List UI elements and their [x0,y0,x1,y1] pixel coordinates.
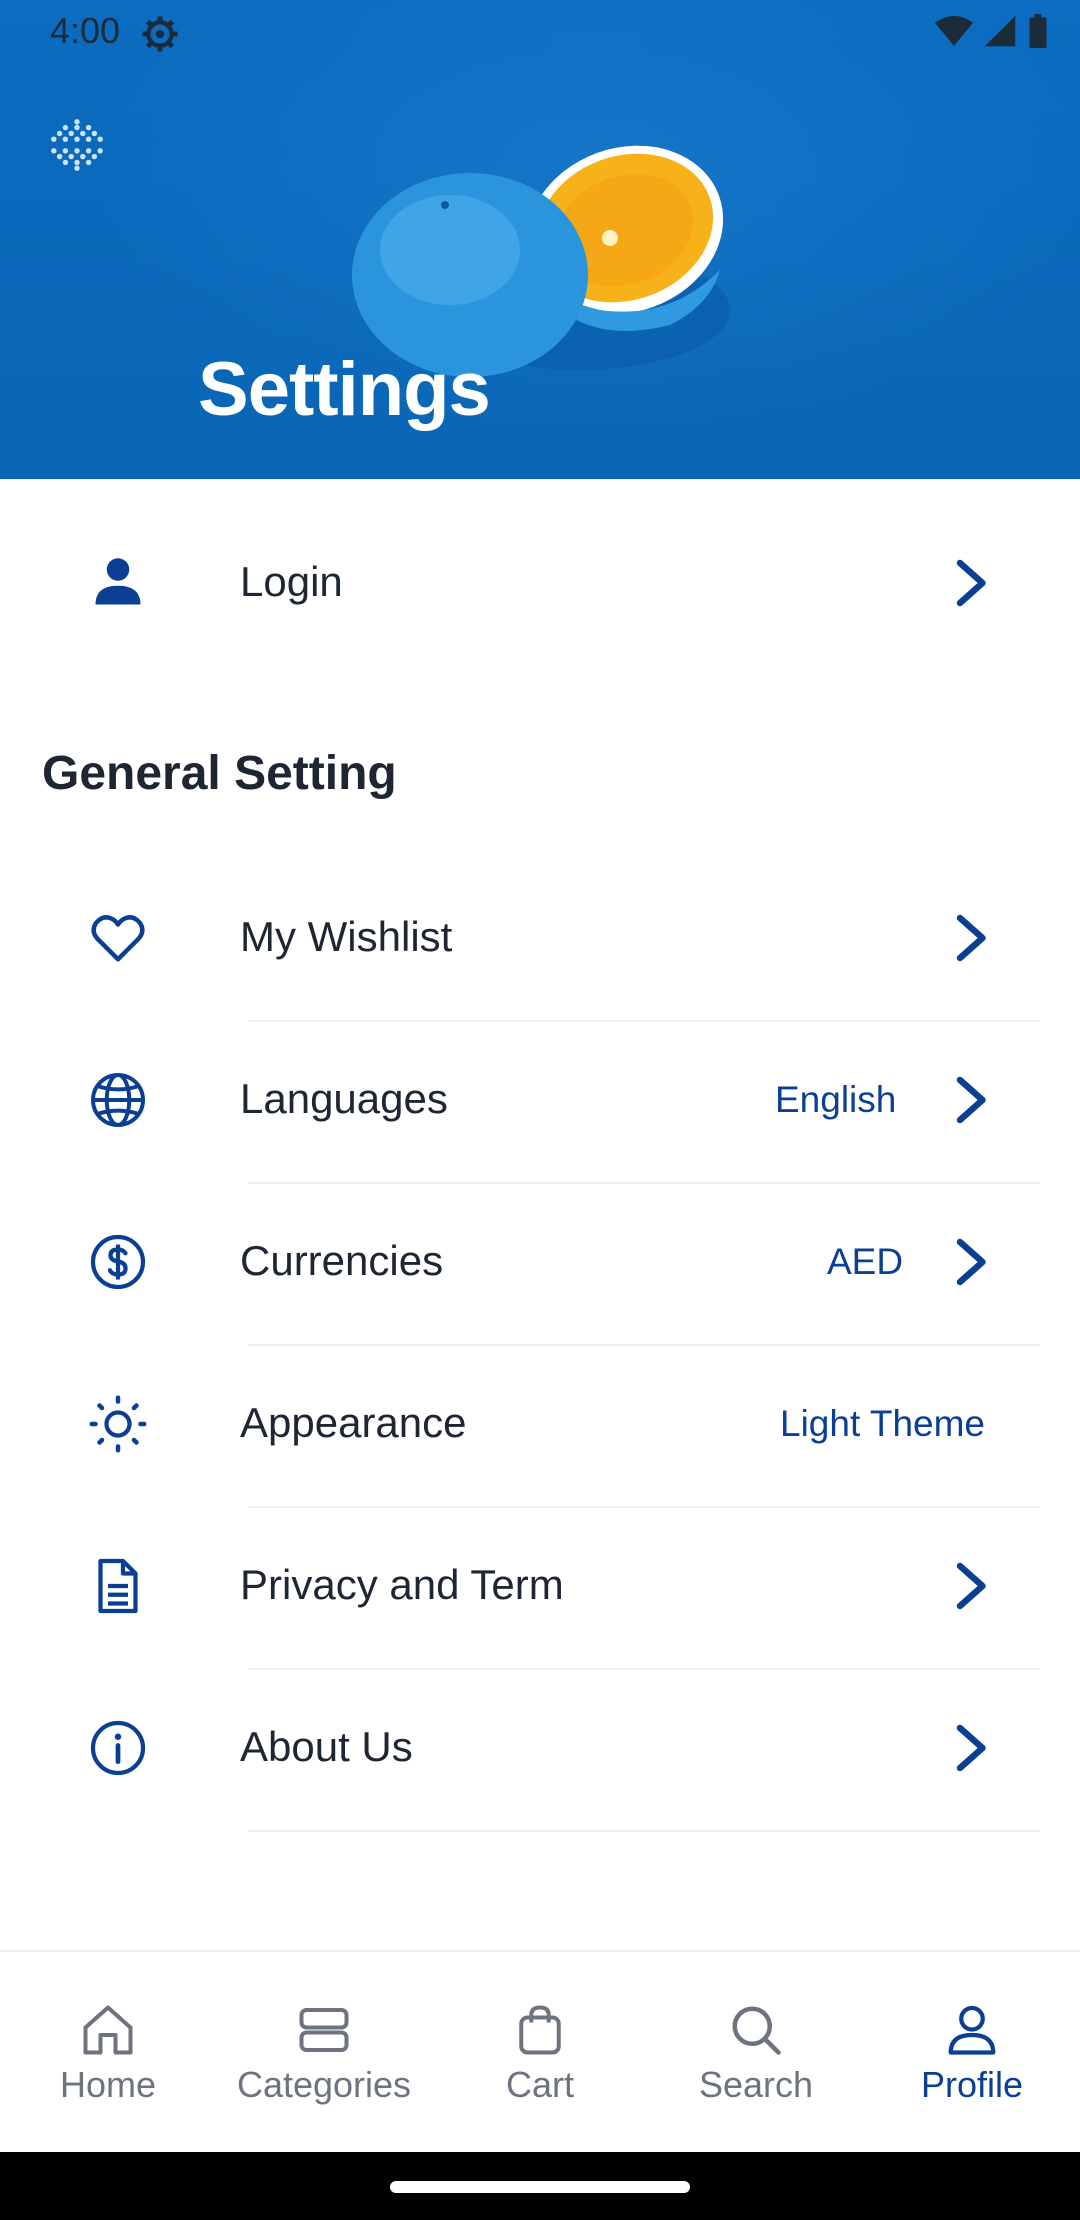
home-gesture-handle[interactable] [390,2181,690,2193]
nav-search[interactable]: Search [648,1952,864,2154]
login-label: Login [240,558,343,605]
document-icon [98,1558,138,1614]
home-icon [83,2005,133,2055]
wifi-icon [934,16,974,46]
currencies-value: AED [827,1241,904,1282]
chevron-right-icon [956,914,986,962]
languages-label: Languages [240,1075,448,1122]
signal-icon [984,15,1016,47]
currencies-label: Currencies [240,1237,444,1284]
status-bar: 4:00 [0,0,1080,66]
appearance-label: Appearance [240,1399,467,1446]
privacy-row[interactable]: Privacy and Term [0,1505,1080,1667]
nav-profile-label: Profile [920,2064,1024,2105]
bag-icon [519,2005,561,2055]
status-icons [934,14,1050,48]
languages-row[interactable]: Languages English [0,1019,1080,1181]
nav-profile[interactable]: Profile [864,1952,1080,2154]
about-label: About Us [240,1723,413,1770]
languages-value: English [775,1079,897,1120]
chevron-right-icon [956,1724,986,1772]
wishlist-label: My Wishlist [240,913,453,960]
person-icon [95,558,141,605]
globe-icon [91,1073,145,1127]
categories-icon [299,2008,349,2052]
dollar-circle-icon [90,1234,146,1290]
page-title: Settings [198,347,491,432]
login-row[interactable]: Login [0,502,1080,664]
general-setting-title: General Setting [42,747,397,800]
appearance-value: Light Theme [780,1403,985,1444]
settings-gear-icon [142,16,178,52]
chevron-right-icon [956,1562,986,1610]
about-row[interactable]: About Us [0,1667,1080,1829]
search-icon [732,2006,781,2055]
status-time: 4:00 [50,10,121,51]
nav-categories[interactable]: Categories [216,1952,432,2154]
chevron-right-icon [956,1076,986,1124]
chevron-right-icon [956,1238,986,1286]
heart-icon [91,915,145,962]
chevron-right-icon [956,559,986,607]
nav-home[interactable]: Home [0,1952,216,2154]
appearance-row[interactable]: Appearance Light Theme [0,1343,1080,1505]
header-banner: 4:00 Settings [0,0,1080,479]
battery-icon [1029,14,1047,48]
nav-search-label: Search [698,2064,814,2105]
nav-categories-label: Categories [236,2064,412,2105]
privacy-label: Privacy and Term [240,1561,564,1608]
nav-home-label: Home [59,2064,157,2105]
profile-icon [948,2005,996,2055]
app-logo-dots-icon [51,119,103,171]
info-icon [90,1720,146,1776]
nav-cart[interactable]: Cart [432,1952,648,2154]
divider [248,1830,1040,1832]
nav-cart-label: Cart [505,2064,574,2105]
bottom-navigation: Home Categories Cart Search Profile [0,1950,1080,2154]
sun-icon [89,1395,147,1453]
currencies-row[interactable]: Currencies AED [0,1181,1080,1343]
wishlist-row[interactable]: My Wishlist [0,857,1080,1019]
